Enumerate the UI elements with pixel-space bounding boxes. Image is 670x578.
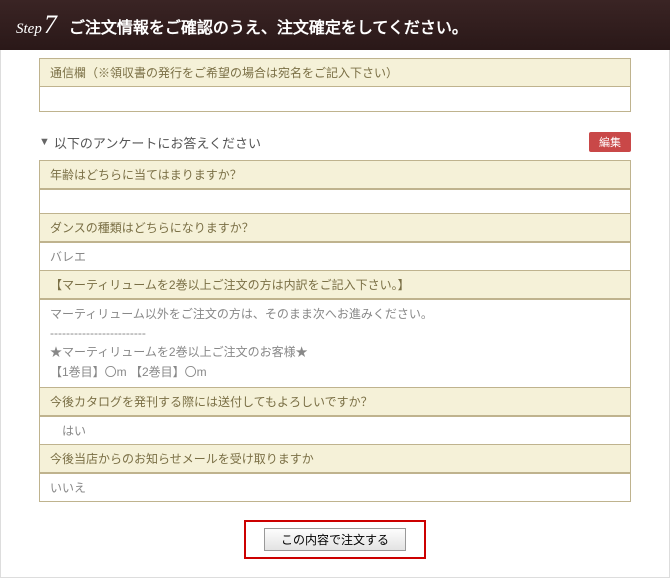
step-label: Step7 (16, 10, 57, 40)
survey-question: 【マーティリュームを2巻以上ご注文の方は内訳をご記入下さい。】 (40, 270, 630, 299)
survey-answer: はい (40, 416, 630, 444)
survey-answer: マーティリューム以外をご注文の方は、そのまま次へお進みください。--------… (40, 299, 630, 387)
edit-button[interactable]: 編集 (589, 132, 631, 152)
step-header: Step7 ご注文情報をご確認のうえ、注文確定をしてください。 (0, 0, 670, 50)
survey-question: 今後当店からのお知らせメールを受け取りますか (40, 444, 630, 473)
survey-question: 今後カタログを発刊する際には送付してもよろしいですか？ (40, 387, 630, 416)
survey-question: ダンスの種類はどちらになりますか？ (40, 213, 630, 242)
survey-answer (40, 189, 630, 213)
message-field-label: 通信欄（※領収書の発行をご希望の場合は宛名をご記入下さい） (40, 59, 630, 87)
survey-answer: いいえ (40, 473, 630, 501)
survey-answer: バレエ (40, 242, 630, 270)
main-content: 通信欄（※領収書の発行をご希望の場合は宛名をご記入下さい） ▼ 以下のアンケート… (0, 50, 670, 578)
submit-order-button[interactable]: この内容で注文する (264, 528, 406, 551)
submit-area: この内容で注文する (9, 502, 661, 577)
survey-table: 年齢はどちらに当てはまりますか？ ダンスの種類はどちらになりますか？バレエ【マーテ… (39, 160, 631, 502)
survey-title: 以下のアンケートにお答えください (54, 133, 589, 152)
message-field-value (40, 87, 630, 111)
survey-question: 年齢はどちらに当てはまりますか？ (40, 161, 630, 189)
triangle-icon: ▼ (39, 136, 50, 148)
message-field-box: 通信欄（※領収書の発行をご希望の場合は宛名をご記入下さい） (39, 58, 631, 112)
survey-header: ▼ 以下のアンケートにお答えください 編集 (39, 132, 631, 152)
submit-highlight-frame: この内容で注文する (244, 520, 426, 559)
step-title: ご注文情報をご確認のうえ、注文確定をしてください。 (69, 14, 468, 38)
